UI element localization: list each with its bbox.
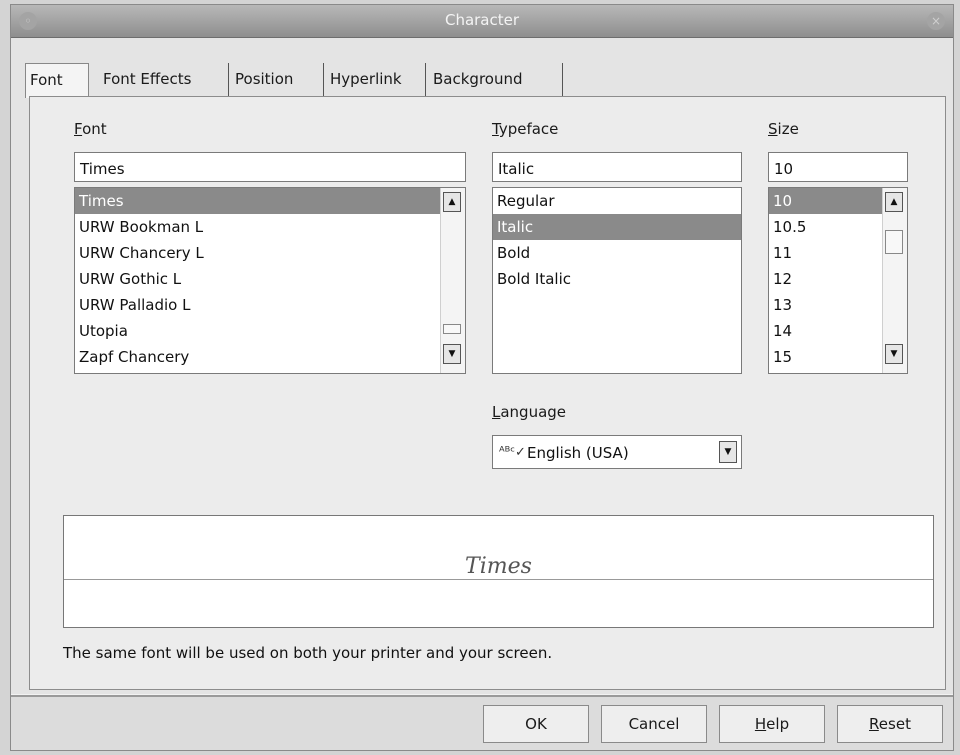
preview-text: Times — [461, 554, 536, 579]
language-label: Language — [492, 403, 567, 421]
font-preview: Times — [63, 515, 934, 628]
scroll-thumb[interactable] — [443, 324, 461, 334]
title-bar[interactable]: ◦ Character × — [11, 5, 953, 38]
typeface-list-item[interactable]: Regular — [493, 188, 741, 214]
tab-background[interactable]: Background — [429, 63, 563, 96]
scroll-up-icon[interactable]: ▲ — [885, 192, 903, 212]
scroll-down-icon[interactable]: ▼ — [885, 344, 903, 364]
ok-button[interactable]: OK — [483, 705, 589, 743]
font-list-item[interactable]: URW Chancery L — [75, 240, 465, 266]
tab-position[interactable]: Position — [231, 63, 324, 96]
scroll-thumb[interactable] — [885, 230, 903, 254]
size-list[interactable]: 10 10.5 11 12 13 14 15 ▲ ▼ — [768, 187, 908, 374]
language-value: English (USA) — [527, 444, 629, 462]
typeface-list-items: Regular Italic Bold Bold Italic — [493, 188, 741, 292]
size-input[interactable]: 10 — [768, 152, 908, 182]
font-list-items: Times URW Bookman L URW Chancery L URW Goth… — [75, 188, 465, 370]
font-list-item[interactable]: URW Palladio L — [75, 292, 465, 318]
preview-baseline — [64, 579, 933, 580]
scroll-down-icon[interactable]: ▼ — [443, 344, 461, 364]
reset-button[interactable]: Reset — [837, 705, 943, 743]
font-list[interactable]: Times URW Bookman L URW Chancery L URW Goth… — [74, 187, 466, 374]
spellcheck-icon: ᴬᴮᶜ✓ — [499, 445, 526, 460]
typeface-list-item[interactable]: Italic — [493, 214, 741, 240]
typeface-list-item[interactable]: Bold Italic — [493, 266, 741, 292]
scroll-up-icon[interactable]: ▲ — [443, 192, 461, 212]
tab-font[interactable]: Font — [25, 63, 89, 98]
close-icon[interactable]: × — [927, 12, 945, 30]
tab-font-effects[interactable]: Font Effects — [99, 63, 229, 96]
font-tab-page: Font Times Times URW Bookman L URW Chancer… — [29, 96, 946, 690]
font-list-scrollbar[interactable]: ▲ ▼ — [440, 188, 465, 373]
typeface-label: Typeface — [492, 120, 559, 138]
font-name-input[interactable]: Times — [74, 152, 466, 182]
chevron-down-icon[interactable]: ▼ — [719, 441, 737, 463]
character-dialog: ◦ Character × Font Font Effects Position… — [10, 4, 954, 751]
font-list-item[interactable]: Zapf Chancery — [75, 344, 465, 370]
language-select[interactable]: ᴬᴮᶜ✓ English (USA) ▼ — [492, 435, 742, 469]
font-info-note: The same font will be used on both your … — [63, 644, 553, 662]
window-title: Character — [444, 11, 520, 29]
typeface-input[interactable]: Italic — [492, 152, 742, 182]
typeface-list[interactable]: Regular Italic Bold Bold Italic — [492, 187, 742, 374]
cancel-button[interactable]: Cancel — [601, 705, 707, 743]
font-list-item[interactable]: Utopia — [75, 318, 465, 344]
size-label: Size — [768, 120, 799, 138]
tab-hyperlink[interactable]: Hyperlink — [326, 63, 426, 96]
font-label: Font — [74, 120, 107, 138]
typeface-list-item[interactable]: Bold — [493, 240, 741, 266]
size-list-scrollbar[interactable]: ▲ ▼ — [882, 188, 907, 373]
font-list-item[interactable]: URW Bookman L — [75, 214, 465, 240]
help-button[interactable]: Help — [719, 705, 825, 743]
font-list-item[interactable]: URW Gothic L — [75, 266, 465, 292]
font-list-item[interactable]: Times — [75, 188, 465, 214]
